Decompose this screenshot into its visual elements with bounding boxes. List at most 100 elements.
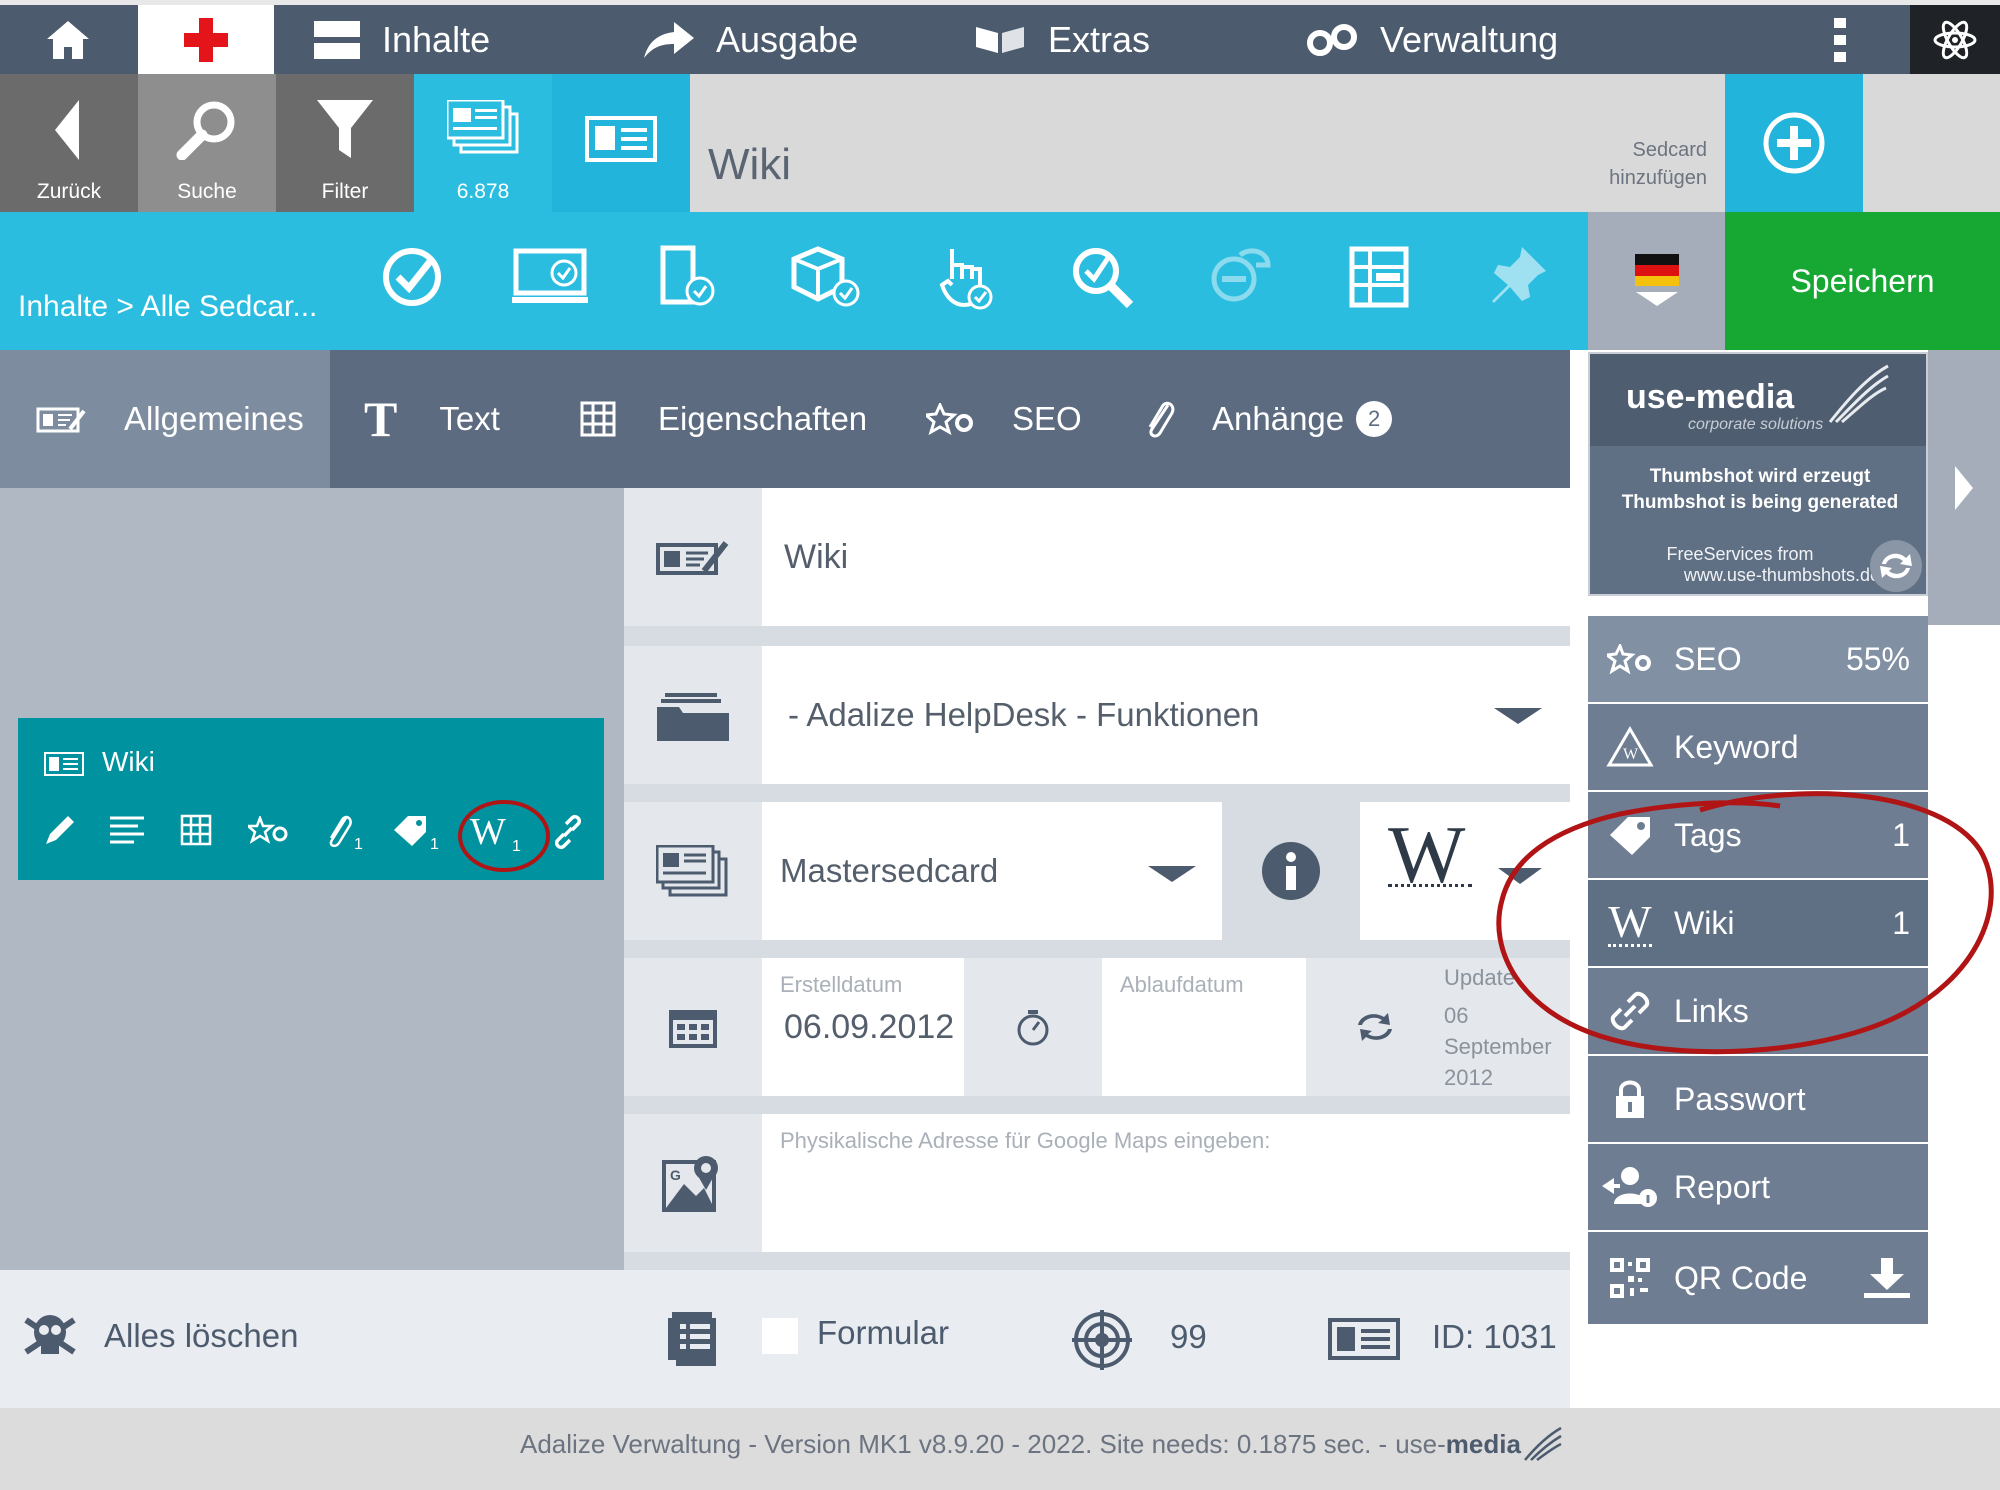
content-icon [314, 20, 360, 59]
stopwatch-button[interactable] [964, 958, 1102, 1096]
add-sedcard-hint: Sedcard hinzufügen [1609, 136, 1707, 192]
tab-eigenschaften[interactable]: Eigenschaften [580, 350, 867, 488]
chevron-down-icon [1635, 292, 1678, 306]
sedcard-detail-button[interactable] [552, 74, 690, 212]
category-row-icon [624, 646, 762, 784]
table-grid-icon [580, 401, 616, 437]
sidebar-item-report[interactable]: Report [1588, 1144, 1928, 1230]
link-icon [554, 814, 582, 850]
refresh-update-button[interactable] [1306, 958, 1444, 1096]
folder-stack-icon [657, 693, 729, 741]
attach-count: 1 [354, 836, 363, 853]
delete-all-button[interactable]: Alles löschen [20, 1306, 298, 1366]
toolbar-inspect-button[interactable] [1070, 245, 1136, 311]
thumbnail-line1: Thumbshot wird erzeugt [1649, 466, 1871, 487]
created-date-field[interactable]: Erstelldatum 06.09.2012 [762, 958, 964, 1096]
filter-button[interactable]: Filter [276, 74, 414, 212]
add-sedcard-button[interactable] [1725, 74, 1863, 212]
back-button[interactable]: Zurück [0, 74, 138, 212]
nav-extras[interactable]: Extras [974, 5, 1150, 74]
refresh-icon[interactable] [1868, 538, 1924, 594]
search-button[interactable]: Suche [138, 74, 276, 212]
tab-seo[interactable]: SEO [926, 350, 1082, 488]
annotation-circle-small [458, 800, 550, 872]
category-select[interactable]: - Adalize HelpDesk - Funktionen [762, 646, 1570, 784]
add-sedcard-hint-line1: Sedcard [1632, 139, 1708, 161]
sidebar-item-label: QR Code [1674, 1259, 1808, 1296]
tab-allgemeines[interactable]: Allgemeines [0, 350, 330, 488]
tab-text-label: Text [439, 400, 500, 437]
text-t-icon: T [364, 391, 398, 447]
sedcard-list-button[interactable]: 6.878 [414, 74, 552, 212]
form-list-icon [668, 1312, 716, 1366]
filter-label: Filter [321, 180, 369, 203]
chevron-down-icon [1148, 866, 1196, 882]
delete-all-label: Alles löschen [104, 1317, 299, 1354]
vertical-dots-icon [1834, 17, 1846, 62]
toolbar-desktop-button[interactable] [512, 245, 588, 309]
sedcard-preview-card[interactable]: Wiki 1 1 W 1 [18, 718, 604, 880]
address-field[interactable]: Physikalische Adresse für Google Maps ei… [762, 1114, 1570, 1252]
nav-verwaltung[interactable]: Verwaltung [1306, 5, 1558, 74]
nav-inhalte[interactable]: Inhalte [314, 5, 490, 74]
form-checkbox[interactable] [762, 1318, 798, 1354]
add-sedcard-hint-line2: hinzufügen [1609, 167, 1707, 189]
save-button[interactable]: Speichern [1725, 212, 2000, 350]
page-title: Wiki [708, 140, 792, 189]
footer-brand-a: use- [1395, 1428, 1446, 1459]
info-button[interactable] [1222, 802, 1360, 940]
target-icon [1072, 1310, 1132, 1370]
emergency-button[interactable] [138, 5, 274, 74]
wiki-w-icon: W [1388, 809, 1466, 900]
card-icon [44, 752, 84, 776]
chevron-right-icon [1955, 465, 1973, 510]
home-icon [47, 20, 89, 59]
master-value: Mastersedcard [780, 852, 999, 889]
master-select[interactable]: Mastersedcard [762, 802, 1222, 940]
nav-extras-label: Extras [1048, 18, 1151, 60]
chevron-down-icon [1494, 708, 1542, 724]
more-menu-button[interactable] [1818, 5, 1862, 74]
star-gear-icon [248, 816, 288, 844]
language-selector[interactable] [1588, 212, 1725, 350]
nav-verwaltung-label: Verwaltung [1380, 18, 1559, 60]
sidebar-expand-button[interactable] [1928, 350, 2000, 625]
sidebar-item-label: Keyword [1674, 728, 1799, 765]
toolbar-check-button[interactable] [380, 245, 444, 309]
seo-score: 55% [1845, 640, 1910, 677]
sedcard-count: 6.878 [456, 180, 510, 203]
toolbar-pin-button[interactable] [1488, 245, 1548, 307]
title-area-spacer [1863, 74, 2000, 212]
wing-logo-icon [1828, 364, 1889, 424]
expiry-date-field[interactable]: Ablaufdatum [1102, 958, 1306, 1096]
breadcrumb[interactable]: Inhalte > Alle Sedcar... [18, 290, 317, 324]
wing-logo-icon [1523, 1426, 1562, 1462]
info-icon [1262, 842, 1320, 900]
toolbar-touch-button[interactable] [936, 245, 996, 311]
sidebar-seo-icon-wrap [1600, 644, 1660, 674]
sidebar-item-qrcode[interactable]: QR Code [1588, 1232, 1928, 1324]
tab-anhaenge[interactable]: Anhänge 2 [1142, 350, 1393, 488]
toolbar-mobile-button[interactable] [660, 245, 718, 309]
pencil-icon [46, 816, 74, 844]
check-circle-icon [383, 248, 441, 306]
nav-ausgabe[interactable]: Ausgabe [644, 5, 858, 74]
map-pin-icon: G [662, 1156, 718, 1212]
sidebar-item-label: Report [1674, 1168, 1771, 1205]
sidebar-item-seo[interactable]: SEO 55% [1588, 616, 1928, 702]
created-date-value: 06.09.2012 [784, 1008, 955, 1046]
archive-icon [1349, 246, 1409, 308]
atom-button[interactable] [1910, 5, 2000, 74]
toolbar-disabled-button[interactable] [1210, 245, 1272, 307]
tag-icon [394, 816, 426, 846]
german-flag-icon [1634, 254, 1679, 286]
home-button[interactable] [0, 5, 136, 74]
toolbar-archive-button[interactable] [1348, 245, 1410, 309]
download-icon[interactable] [1864, 1258, 1910, 1298]
card-edit-icon [36, 407, 86, 433]
tab-text[interactable]: T Text [364, 350, 500, 488]
toolbar-package-button[interactable] [790, 245, 862, 309]
title-field[interactable]: Wiki [762, 488, 1570, 626]
thumbnail-brand: use-media [1626, 378, 1795, 416]
package-check-icon [791, 246, 860, 307]
